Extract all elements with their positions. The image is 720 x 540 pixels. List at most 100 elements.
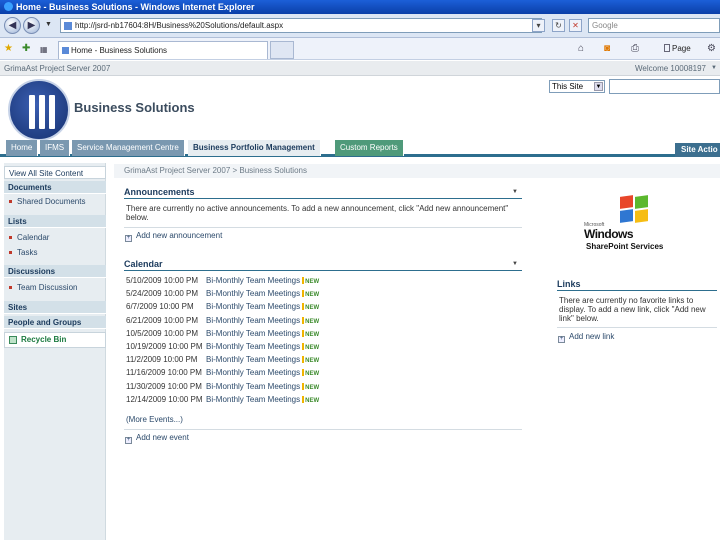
refresh-icon[interactable]: ↻ — [552, 19, 565, 32]
event-title-link[interactable]: Bi-Monthly Team Meetings — [206, 329, 300, 338]
logo-sharepoint-services: SharePoint Services — [586, 242, 664, 251]
recycle-bin-link[interactable]: Recycle Bin — [4, 332, 106, 348]
ql-header-sites[interactable]: Sites — [4, 301, 106, 314]
print-icon[interactable]: ⎙ — [631, 43, 639, 54]
new-badge-label: NEW — [305, 331, 320, 338]
flag-yellow — [635, 209, 648, 223]
event-title-link[interactable]: Bi-Monthly Team Meetings — [206, 316, 300, 325]
ql-item-label: Team Discussion — [17, 283, 78, 292]
back-button[interactable]: ◀ — [4, 17, 21, 34]
links-header: Links — [557, 278, 717, 291]
ql-header-discussions[interactable]: Discussions — [4, 265, 106, 278]
new-badge-label: NEW — [305, 397, 320, 404]
event-date: 11/30/2009 10:00 PM — [126, 381, 202, 391]
new-badge-label: NEW — [305, 305, 320, 312]
new-badge-label: NEW — [305, 318, 320, 325]
add-new-link-label: Add new link — [569, 332, 615, 341]
logo-bar — [39, 95, 45, 129]
site-search-input[interactable] — [609, 79, 720, 94]
add-favorites-icon[interactable]: ✚ — [22, 43, 30, 54]
new-badge-label: NEW — [305, 371, 320, 378]
calendar-row: 12/14/2009 10:00 PM Bi-Monthly Team Meeti… — [126, 393, 319, 406]
event-date: 6/7/2009 10:00 PM — [126, 302, 194, 312]
add-icon: + — [558, 336, 565, 343]
tab-ifms[interactable]: IFMS — [40, 140, 71, 156]
forward-button[interactable]: ▶ — [23, 17, 40, 34]
new-badge: NEW — [302, 395, 319, 408]
chevron-down-icon[interactable]: ▼ — [711, 61, 717, 76]
event-date: 10/19/2009 10:00 PM — [126, 342, 203, 351]
feeds-icon[interactable]: ◙ — [604, 43, 610, 54]
calendar-row: 6/21/2009 10:00 PM Bi-Monthly Team Meetin… — [126, 314, 319, 327]
calendar-row: 5/10/2009 10:00 PM Bi-Monthly Team Meetin… — [126, 274, 319, 287]
server-name: GrimaAst Project Server 2007 — [4, 64, 111, 73]
new-badge-icon — [302, 356, 305, 364]
ql-item-shared-documents[interactable]: Shared Documents — [4, 195, 106, 208]
ql-header-documents[interactable]: Documents — [4, 181, 106, 194]
event-date: 5/24/2009 10:00 PM — [126, 289, 199, 299]
recent-pages-dropdown-icon[interactable]: ▼ — [45, 21, 52, 28]
chevron-down-icon[interactable]: ▼ — [594, 82, 603, 91]
ql-item-team-discussion[interactable]: Team Discussion — [4, 281, 106, 294]
add-new-link-link[interactable]: + Add new link — [558, 332, 614, 343]
ql-item-calendar[interactable]: Calendar — [4, 231, 106, 244]
calendar-title[interactable]: Calendar — [124, 259, 163, 269]
event-title-link[interactable]: Bi-Monthly Team Meetings — [206, 395, 300, 404]
more-events-link[interactable]: (More Events...) — [126, 415, 183, 424]
ql-header-lists[interactable]: Lists — [4, 215, 106, 228]
add-new-announcement-link[interactable]: + Add new announcement — [125, 231, 222, 242]
home-icon[interactable]: ⌂ — [578, 43, 584, 54]
address-bar[interactable]: http://jsrd-nb17604:8H/Business%20Soluti… — [60, 18, 542, 33]
favorites-star-icon[interactable]: ★ — [4, 43, 13, 54]
event-title-link[interactable]: Bi-Monthly Team Meetings — [206, 342, 300, 351]
new-badge-icon — [302, 343, 305, 350]
breadcrumb[interactable]: GrimaAst Project Server 2007 > Business … — [114, 164, 720, 178]
event-title-link[interactable]: Bi-Monthly Team Meetings — [206, 382, 300, 391]
links-title[interactable]: Links — [557, 279, 581, 289]
tab-home-business-solutions[interactable]: Home - Business Solutions — [58, 41, 268, 59]
tab-grid-icon[interactable]: ▦ — [40, 45, 48, 54]
tools-icon[interactable]: ⚙ — [707, 43, 716, 54]
calendar-row: 6/7/2009 10:00 PM Bi-Monthly Team Meeting… — [126, 300, 319, 313]
event-title-link[interactable]: Bi-Monthly Team Meetings — [206, 276, 300, 285]
add-new-event-link[interactable]: + Add new event — [125, 433, 189, 444]
tab-business-portfolio-management[interactable]: Business Portfolio Management — [188, 140, 321, 156]
ql-item-label: Calendar — [17, 233, 50, 242]
view-all-site-content-link[interactable]: View All Site Content — [4, 166, 106, 179]
calendar-row: 10/19/2009 10:00 PM Bi-Monthly Team Meeti… — [126, 340, 319, 353]
event-date: 6/21/2009 10:00 PM — [126, 315, 199, 325]
event-date: 11/2/2009 10:00 PM — [126, 355, 198, 365]
address-dropdown-icon[interactable]: ▾ — [532, 19, 545, 32]
search-scope-select[interactable]: This Site ▼ — [549, 80, 605, 93]
window-title-bar: Home - Business Solutions - Windows Inte… — [0, 0, 720, 14]
web-part-menu-icon[interactable]: ▼ — [512, 186, 518, 198]
calendar-header: Calendar ▼ — [124, 258, 522, 271]
web-part-menu-icon[interactable]: ▼ — [512, 258, 518, 270]
event-title-link[interactable]: Bi-Monthly Team Meetings — [206, 355, 300, 364]
event-title-link[interactable]: Bi-Monthly Team Meetings — [206, 289, 300, 298]
search-input[interactable]: Google — [588, 18, 720, 33]
tab-custom-reports[interactable]: Custom Reports — [335, 140, 404, 156]
logo-windows: Windows — [584, 227, 634, 241]
ie-icon — [4, 2, 13, 11]
new-tab-button[interactable] — [270, 41, 294, 59]
page-menu[interactable]: Page — [664, 44, 691, 53]
logo-bar — [29, 95, 35, 129]
add-icon: + — [125, 235, 132, 242]
stop-icon[interactable]: ✕ — [569, 19, 582, 32]
new-badge-label: NEW — [305, 345, 320, 351]
new-badge-icon — [302, 277, 305, 284]
ql-header-people-and-groups[interactable]: People and Groups — [4, 316, 106, 329]
event-title-link[interactable]: Bi-Monthly Team Meetings — [206, 368, 300, 377]
address-url: http://jsrd-nb17604:8H/Business%20Soluti… — [75, 21, 284, 30]
new-badge-icon — [302, 329, 305, 337]
announcements-title[interactable]: Announcements — [124, 187, 195, 197]
tab-service-management-centre[interactable]: Service Management Centre — [72, 140, 185, 156]
event-title-link[interactable]: Bi-Monthly Team Meetings — [206, 302, 300, 311]
site-actions-button[interactable]: Site Actio — [675, 143, 720, 157]
welcome-menu[interactable]: Welcome 10008197 — [635, 61, 706, 76]
ql-item-tasks[interactable]: Tasks — [4, 246, 106, 259]
add-icon: + — [125, 437, 132, 444]
tab-home[interactable]: Home — [6, 140, 39, 156]
add-new-announcement-label: Add new announcement — [136, 231, 223, 240]
